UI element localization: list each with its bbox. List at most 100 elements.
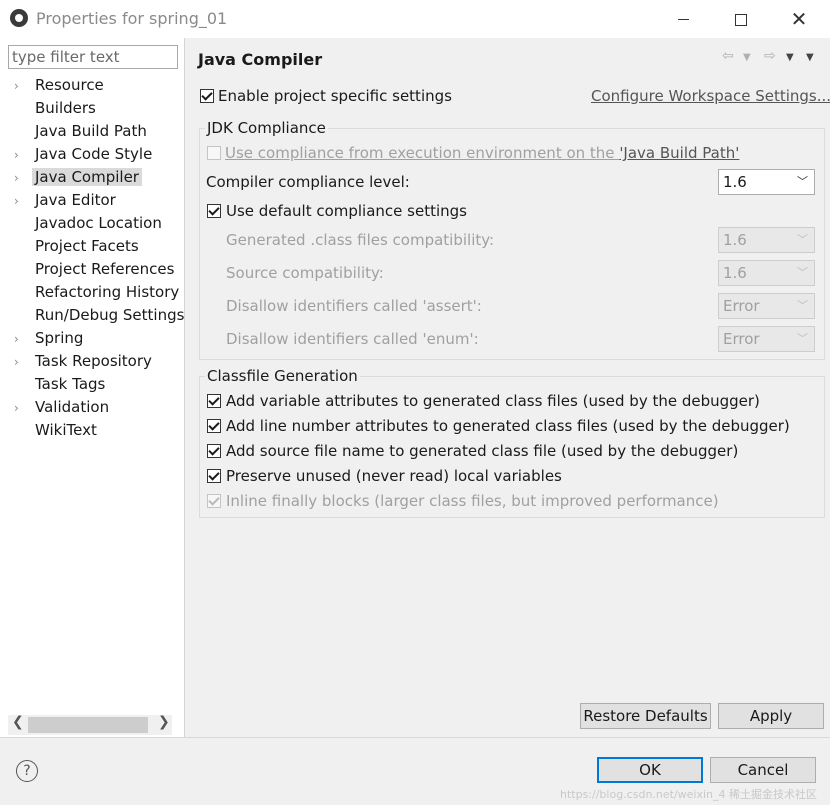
use-env-compliance-label: Use compliance from execution environmen… bbox=[225, 144, 739, 162]
back-menu-icon[interactable]: ▼ bbox=[743, 52, 751, 63]
tree-item-label: Spring bbox=[35, 329, 84, 347]
tree-item-label: Task Repository bbox=[35, 352, 152, 370]
enable-project-settings-label: Enable project specific settings bbox=[218, 87, 452, 105]
forward-arrow-icon[interactable]: ⇨ bbox=[764, 48, 776, 64]
minimize-icon bbox=[677, 19, 689, 20]
maximize-button[interactable] bbox=[712, 0, 770, 38]
tree-item-label: Refactoring History bbox=[35, 283, 180, 301]
chevron-right-icon[interactable]: › bbox=[14, 351, 32, 374]
classfile-option-label: Add line number attributes to generated … bbox=[226, 417, 790, 435]
compliance-level-label: Compiler compliance level: bbox=[206, 173, 410, 191]
maximize-icon bbox=[735, 13, 747, 26]
cancel-button[interactable]: Cancel bbox=[710, 757, 816, 783]
help-icon[interactable]: ? bbox=[16, 760, 38, 782]
classfile-option-label: Add variable attributes to generated cla… bbox=[226, 392, 760, 410]
classfile-option-checkbox[interactable] bbox=[207, 469, 221, 483]
tree-item[interactable]: Run/Debug Settings bbox=[14, 304, 187, 327]
classfile-option-checkbox[interactable] bbox=[207, 444, 221, 458]
tree-item[interactable]: › Java Code Style bbox=[14, 143, 155, 166]
chevron-down-icon: ﹀ bbox=[797, 175, 808, 188]
use-env-compliance-checkbox[interactable] bbox=[207, 146, 221, 160]
enum-select[interactable]: Error ﹀ bbox=[718, 326, 815, 352]
chevron-right-icon[interactable]: › bbox=[14, 144, 32, 167]
apply-button[interactable]: Apply bbox=[718, 703, 824, 729]
scrollbar-thumb[interactable] bbox=[28, 717, 148, 733]
tree-item-label: Validation bbox=[35, 398, 110, 416]
tree-item-label: Javadoc Location bbox=[35, 214, 162, 232]
tree-item[interactable]: Project References bbox=[14, 258, 177, 281]
java-build-path-link[interactable]: 'Java Build Path' bbox=[619, 144, 739, 162]
tree-item[interactable]: › Java Editor bbox=[14, 189, 119, 212]
source-compat-select[interactable]: 1.6 ﹀ bbox=[718, 260, 815, 286]
compliance-level-select[interactable]: 1.6 ﹀ bbox=[718, 169, 815, 195]
filter-input[interactable] bbox=[8, 45, 178, 69]
tree-item[interactable]: › Java Compiler bbox=[14, 166, 142, 189]
tree-item-label: Java Build Path bbox=[35, 122, 147, 140]
restore-defaults-button[interactable]: Restore Defaults bbox=[580, 703, 711, 729]
chevron-right-icon[interactable]: › bbox=[14, 328, 32, 351]
classfile-option-label: Add source file name to generated class … bbox=[226, 442, 739, 460]
tree-item-label: Builders bbox=[35, 99, 96, 117]
tree-item[interactable]: › Resource bbox=[14, 74, 107, 97]
eclipse-app-icon bbox=[10, 9, 28, 27]
tree-item-label: Java Editor bbox=[35, 191, 116, 209]
classfile-option-label: Inline finally blocks (larger class file… bbox=[226, 492, 719, 510]
minimize-button[interactable] bbox=[654, 0, 712, 38]
classfile-option-label: Preserve unused (never read) local varia… bbox=[226, 467, 562, 485]
chevron-down-icon: ﹀ bbox=[797, 332, 808, 345]
page-title: Java Compiler bbox=[198, 50, 323, 69]
chevron-right-icon[interactable]: › bbox=[14, 190, 32, 213]
classfile-option-checkbox[interactable] bbox=[207, 494, 221, 508]
tree-item[interactable]: Refactoring History bbox=[14, 281, 182, 304]
jdk-compliance-title: JDK Compliance bbox=[205, 119, 328, 137]
scroll-left-icon[interactable]: ❮ bbox=[12, 714, 24, 730]
use-default-compliance-checkbox[interactable] bbox=[207, 204, 221, 218]
view-menu-icon[interactable]: ▼ bbox=[806, 52, 814, 63]
tree-item-label: Task Tags bbox=[35, 375, 106, 393]
source-compat-label: Source compatibility: bbox=[226, 264, 384, 282]
tree-item-label: Run/Debug Settings bbox=[35, 306, 185, 324]
chevron-down-icon: ﹀ bbox=[797, 299, 808, 312]
tree-item[interactable]: Task Tags bbox=[14, 373, 108, 396]
generated-class-label: Generated .class files compatibility: bbox=[226, 231, 495, 249]
classfile-option-checkbox[interactable] bbox=[207, 394, 221, 408]
chevron-down-icon: ﹀ bbox=[797, 266, 808, 279]
tree-item[interactable]: Javadoc Location bbox=[14, 212, 165, 235]
ok-button[interactable]: OK bbox=[597, 757, 703, 783]
tree-item[interactable]: › Task Repository bbox=[14, 350, 155, 373]
chevron-right-icon[interactable]: › bbox=[14, 397, 32, 420]
chevron-down-icon: ﹀ bbox=[797, 233, 808, 246]
generated-class-select[interactable]: 1.6 ﹀ bbox=[718, 227, 815, 253]
footer-separator bbox=[0, 737, 830, 738]
tree-item-label: Project Facets bbox=[35, 237, 139, 255]
forward-menu-icon[interactable]: ▼ bbox=[786, 52, 794, 63]
classfile-generation-title: Classfile Generation bbox=[205, 367, 360, 385]
window-title: Properties for spring_01 bbox=[36, 9, 228, 28]
classfile-option-checkbox[interactable] bbox=[207, 419, 221, 433]
tree-item-label: Java Code Style bbox=[35, 145, 153, 163]
generated-class-value: 1.6 bbox=[723, 231, 747, 249]
back-arrow-icon[interactable]: ⇦ bbox=[722, 48, 734, 64]
tree-item-label: WikiText bbox=[35, 421, 97, 439]
use-env-compliance-text: Use compliance from execution environmen… bbox=[225, 144, 620, 162]
tree-item[interactable]: WikiText bbox=[14, 419, 100, 442]
tree-item[interactable]: › Validation bbox=[14, 396, 112, 419]
tree-item-label: Java Compiler bbox=[32, 168, 142, 186]
chevron-right-icon[interactable]: › bbox=[14, 75, 32, 98]
configure-workspace-link[interactable]: Configure Workspace Settings... bbox=[591, 87, 830, 105]
use-default-compliance-label: Use default compliance settings bbox=[226, 202, 467, 220]
chevron-right-icon[interactable]: › bbox=[14, 167, 32, 190]
tree-item[interactable]: Project Facets bbox=[14, 235, 142, 258]
source-compat-value: 1.6 bbox=[723, 264, 747, 282]
close-icon: ✕ bbox=[790, 7, 808, 31]
enable-project-settings-checkbox[interactable] bbox=[200, 89, 214, 103]
assert-select[interactable]: Error ﹀ bbox=[718, 293, 815, 319]
enum-label: Disallow identifiers called 'enum': bbox=[226, 330, 479, 348]
tree-item[interactable]: Java Build Path bbox=[14, 120, 150, 143]
tree-item[interactable]: Builders bbox=[14, 97, 99, 120]
close-button[interactable]: ✕ bbox=[770, 0, 828, 38]
compliance-level-value: 1.6 bbox=[723, 173, 747, 191]
assert-value: Error bbox=[723, 297, 760, 315]
scroll-right-icon[interactable]: ❯ bbox=[158, 714, 170, 730]
tree-item[interactable]: › Spring bbox=[14, 327, 86, 350]
